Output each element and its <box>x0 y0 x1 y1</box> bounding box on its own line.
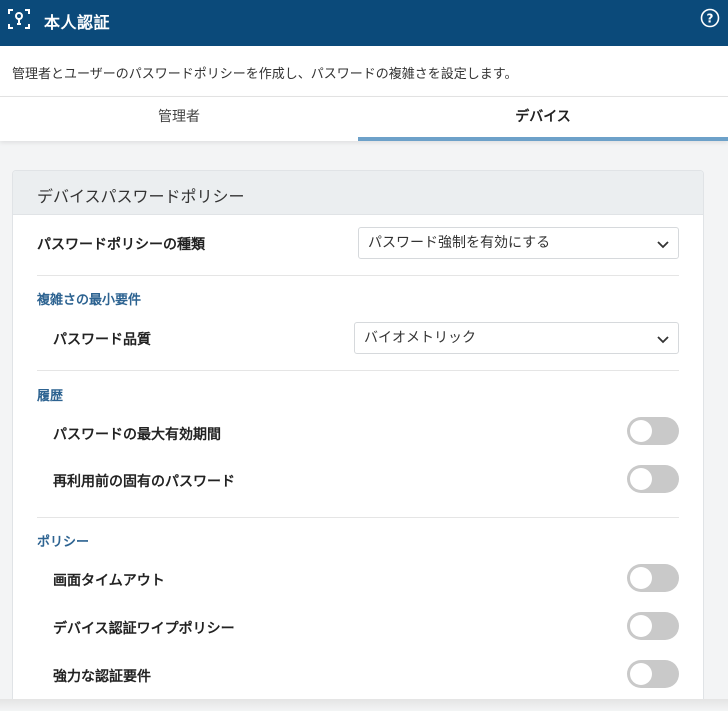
max-password-age-toggle[interactable] <box>627 417 679 445</box>
tab-bar: 管理者 デバイス <box>0 97 728 141</box>
bottom-shadow <box>0 699 728 711</box>
unique-passwords-label: 再利用前の固有のパスワード <box>53 474 235 490</box>
face-id-icon <box>8 9 30 29</box>
card-header: デバイスパスワードポリシー <box>13 171 703 215</box>
strong-auth-toggle[interactable] <box>627 660 679 688</box>
policy-type-label: パスワードポリシーの種類 <box>37 237 205 253</box>
history-section-title: 履歴 <box>37 389 64 404</box>
screen-timeout-label: 画面タイムアウト <box>53 573 165 589</box>
card-title: デバイスパスワードポリシー <box>37 187 245 206</box>
toggle-knob <box>630 468 652 490</box>
policy-section-title: ポリシー <box>37 535 90 550</box>
complexity-section-title: 複雑さの最小要件 <box>37 293 142 308</box>
divider <box>37 275 679 276</box>
tab-device[interactable]: デバイス <box>358 97 728 141</box>
screen-timeout-toggle[interactable] <box>627 564 679 592</box>
divider <box>37 517 679 518</box>
password-quality-value: バイオメトリック <box>364 330 476 346</box>
tab-admin[interactable]: 管理者 <box>0 97 358 141</box>
chevron-down-icon <box>657 336 669 344</box>
toggle-knob <box>630 663 652 685</box>
password-quality-select[interactable]: バイオメトリック <box>354 322 679 354</box>
password-quality-label: パスワード品質 <box>53 332 151 348</box>
max-password-age-label: パスワードの最大有効期間 <box>53 427 221 443</box>
page-description: 管理者とユーザーのパスワードポリシーを作成し、パスワードの複雑さを設定します。 <box>12 67 518 82</box>
strong-auth-label: 強力な認証要件 <box>53 669 151 685</box>
wipe-policy-toggle[interactable] <box>627 612 679 640</box>
page-title: 本人認証 <box>44 13 111 32</box>
chevron-down-icon <box>657 241 669 249</box>
unique-passwords-toggle[interactable] <box>627 465 679 493</box>
divider <box>37 370 679 371</box>
toggle-knob <box>630 567 652 589</box>
policy-type-value: パスワード強制を有効にする <box>368 235 551 251</box>
toggle-knob <box>630 420 652 442</box>
help-icon[interactable]: ? <box>700 8 720 28</box>
svg-text:?: ? <box>707 12 714 26</box>
device-password-policy-card: デバイスパスワードポリシー パスワードポリシーの種類 パスワード強制を有効にする… <box>12 170 704 711</box>
toggle-knob <box>630 615 652 637</box>
page-description-bar: 管理者とユーザーのパスワードポリシーを作成し、パスワードの複雑さを設定します。 <box>0 46 728 97</box>
wipe-policy-label: デバイス認証ワイプポリシー <box>53 621 235 637</box>
title-bar: 本人認証 ? <box>0 0 728 46</box>
policy-type-select[interactable]: パスワード強制を有効にする <box>358 227 679 259</box>
